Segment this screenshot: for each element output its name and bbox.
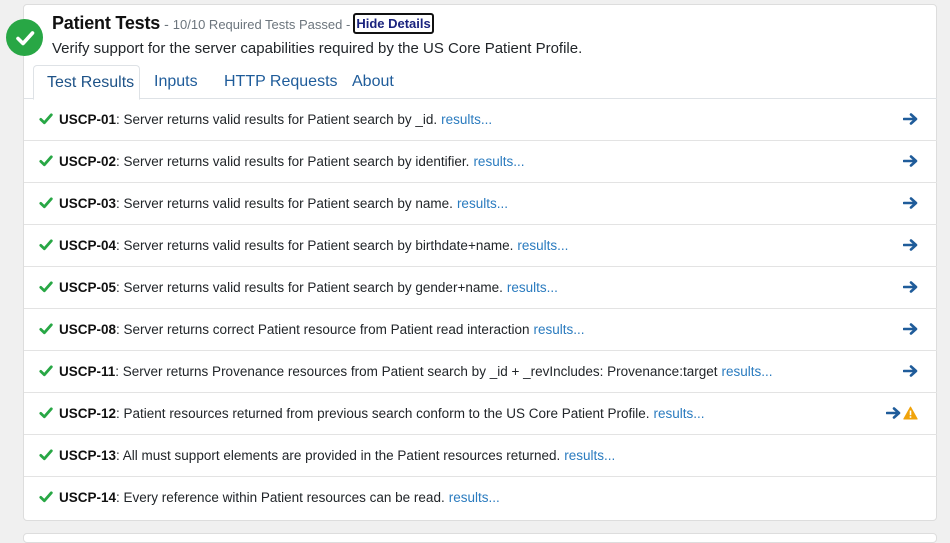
test-id: USCP-04 bbox=[59, 238, 117, 253]
group-title: Patient Tests bbox=[52, 13, 161, 33]
test-row-uscp-05: USCP-05: Server returns valid results fo… bbox=[24, 267, 937, 309]
test-row-text: USCP-11: Server returns Provenance resou… bbox=[59, 363, 772, 381]
results-link[interactable]: results... bbox=[507, 280, 558, 295]
test-description: : All must support elements are provided… bbox=[116, 448, 561, 463]
test-description: : Server returns correct Patient resourc… bbox=[116, 322, 530, 337]
test-id: USCP-03 bbox=[59, 196, 117, 211]
title-separator: - bbox=[164, 16, 169, 32]
arrow-right-icon[interactable] bbox=[902, 322, 919, 336]
test-row-text: USCP-04: Server returns valid results fo… bbox=[59, 237, 568, 255]
pass-check-icon bbox=[39, 448, 53, 462]
test-id: USCP-02 bbox=[59, 154, 117, 169]
warning-icon bbox=[903, 406, 918, 420]
tab-inputs[interactable]: Inputs bbox=[141, 65, 211, 99]
test-row-uscp-04: USCP-04: Server returns valid results fo… bbox=[24, 225, 937, 267]
tab-about[interactable]: About bbox=[339, 65, 407, 99]
arrow-right-icon[interactable] bbox=[885, 406, 902, 420]
test-row-text: USCP-12: Patient resources returned from… bbox=[59, 405, 705, 423]
results-link[interactable]: results... bbox=[457, 196, 508, 211]
arrow-right-icon[interactable] bbox=[902, 238, 919, 252]
results-link[interactable]: results... bbox=[654, 406, 705, 421]
pass-check-icon bbox=[39, 322, 53, 336]
test-id: USCP-05 bbox=[59, 280, 117, 295]
test-row-text: USCP-05: Server returns valid results fo… bbox=[59, 279, 558, 297]
test-row-text: USCP-02: Server returns valid results fo… bbox=[59, 153, 524, 171]
tab-http-requests[interactable]: HTTP Requests bbox=[211, 65, 351, 99]
test-description: : Server returns valid results for Patie… bbox=[116, 196, 453, 211]
results-link[interactable]: results... bbox=[449, 490, 500, 505]
tab-test-results[interactable]: Test Results bbox=[33, 65, 140, 100]
test-description: : Server returns valid results for Patie… bbox=[116, 238, 514, 253]
test-row-text: USCP-08: Server returns correct Patient … bbox=[59, 321, 584, 339]
test-description: : Server returns Provenance resources fr… bbox=[115, 364, 718, 379]
pass-status-icon bbox=[6, 19, 43, 56]
test-row-uscp-01: USCP-01: Server returns valid results fo… bbox=[24, 99, 937, 141]
results-link[interactable]: results... bbox=[721, 364, 772, 379]
test-id: USCP-12 bbox=[59, 406, 117, 421]
results-link[interactable]: results... bbox=[441, 112, 492, 127]
test-id: USCP-13 bbox=[59, 448, 117, 463]
results-link[interactable]: results... bbox=[533, 322, 584, 337]
test-description: : Server returns valid results for Patie… bbox=[116, 154, 470, 169]
arrow-right-icon[interactable] bbox=[902, 112, 919, 126]
test-id: USCP-01 bbox=[59, 112, 117, 127]
pass-check-icon bbox=[39, 364, 53, 378]
test-results-list: USCP-01: Server returns valid results fo… bbox=[24, 99, 937, 519]
arrow-right-icon[interactable] bbox=[902, 154, 919, 168]
group-description: Verify support for the server capabiliti… bbox=[52, 40, 583, 57]
arrow-right-icon[interactable] bbox=[902, 364, 919, 378]
test-row-text: USCP-13: All must support elements are p… bbox=[59, 447, 615, 465]
results-link[interactable]: results... bbox=[564, 448, 615, 463]
pass-check-icon bbox=[39, 280, 53, 294]
required-tests-summary: 10/10 Required Tests Passed - bbox=[172, 17, 351, 32]
test-id: USCP-14 bbox=[59, 490, 117, 505]
test-row-uscp-14: USCP-14: Every reference within Patient … bbox=[24, 477, 937, 519]
test-row-uscp-03: USCP-03: Server returns valid results fo… bbox=[24, 183, 937, 225]
pass-check-icon bbox=[39, 154, 53, 168]
test-row-text: USCP-01: Server returns valid results fo… bbox=[59, 111, 492, 129]
test-row-text: USCP-03: Server returns valid results fo… bbox=[59, 195, 508, 213]
pass-check-icon bbox=[39, 406, 53, 420]
test-row-uscp-08: USCP-08: Server returns correct Patient … bbox=[24, 309, 937, 351]
test-description: : Patient resources returned from previo… bbox=[116, 406, 650, 421]
test-description: : Every reference within Patient resourc… bbox=[116, 490, 445, 505]
test-row-uscp-11: USCP-11: Server returns Provenance resou… bbox=[24, 351, 937, 393]
test-row-uscp-13: USCP-13: All must support elements are p… bbox=[24, 435, 937, 477]
pass-check-icon bbox=[39, 196, 53, 210]
results-link[interactable]: results... bbox=[473, 154, 524, 169]
next-card-edge bbox=[23, 533, 937, 543]
group-header: Patient Tests - 10/10 Required Tests Pas… bbox=[52, 13, 434, 35]
test-description: : Server returns valid results for Patie… bbox=[116, 112, 438, 127]
pass-check-icon bbox=[39, 238, 53, 252]
arrow-right-icon[interactable] bbox=[902, 280, 919, 294]
pass-check-icon bbox=[39, 490, 53, 504]
pass-check-icon bbox=[39, 112, 53, 126]
test-id: USCP-08 bbox=[59, 322, 117, 337]
test-description: : Server returns valid results for Patie… bbox=[116, 280, 503, 295]
test-row-text: USCP-14: Every reference within Patient … bbox=[59, 489, 500, 507]
hide-details-button[interactable]: Hide Details bbox=[353, 13, 434, 34]
test-row-uscp-02: USCP-02: Server returns valid results fo… bbox=[24, 141, 937, 183]
test-id: USCP-11 bbox=[59, 364, 116, 379]
arrow-right-icon[interactable] bbox=[902, 196, 919, 210]
test-row-uscp-12: USCP-12: Patient resources returned from… bbox=[24, 393, 937, 435]
tab-bar: Test Results Inputs HTTP Requests About bbox=[24, 65, 937, 100]
results-link[interactable]: results... bbox=[517, 238, 568, 253]
